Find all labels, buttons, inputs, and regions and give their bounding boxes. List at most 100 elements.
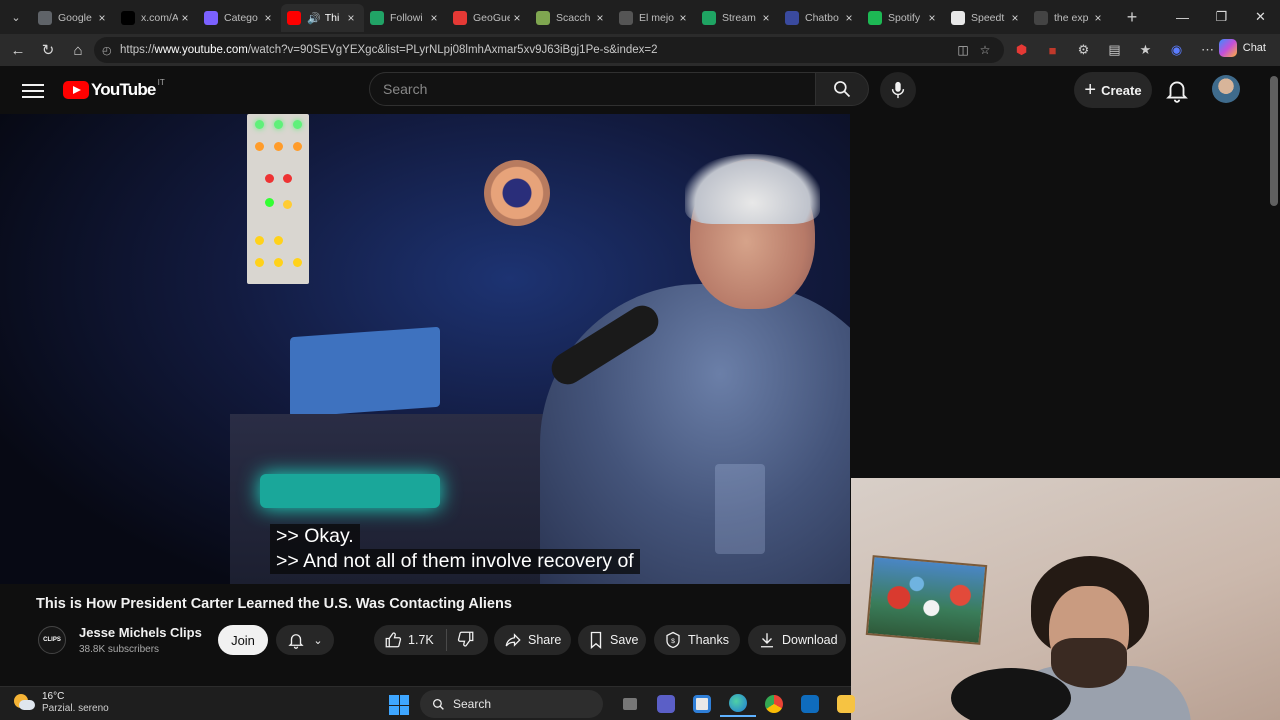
url-text: https://www.youtube.com/watch?v=90SEVgYE…	[120, 44, 952, 56]
task-view-icon[interactable]	[612, 691, 648, 717]
notifications-button[interactable]	[1164, 76, 1190, 104]
browser-tab[interactable]: El mejo ×	[613, 4, 696, 32]
edge-icon[interactable]	[720, 691, 756, 717]
tab-favicon-icon	[453, 11, 467, 25]
search-icon	[432, 698, 444, 710]
address-bar[interactable]: ◴ https://www.youtube.com/watch?v=90SEVg…	[94, 37, 1004, 63]
browser-tab[interactable]: Speedt ×	[945, 4, 1028, 32]
browser-tab[interactable]: Catego ×	[198, 4, 281, 32]
outlook-icon[interactable]	[792, 691, 828, 717]
teams-icon[interactable]	[648, 691, 684, 717]
download-label: Download	[782, 633, 838, 647]
browser-tab[interactable]: Followi ×	[364, 4, 447, 32]
close-tab-icon[interactable]: ×	[593, 11, 607, 25]
taskbar-search[interactable]: Search	[420, 690, 603, 718]
voice-search-button[interactable]	[880, 72, 916, 108]
browser-tab[interactable]: GeoGue ×	[447, 4, 530, 32]
close-tab-icon[interactable]: ×	[95, 11, 109, 25]
thanks-button[interactable]: $ Thanks	[654, 625, 740, 655]
browser-tab[interactable]: Stream ×	[696, 4, 779, 32]
browser-tab[interactable]: Scacch ×	[530, 4, 613, 32]
youtube-logo[interactable]: YouTube IT	[63, 77, 165, 100]
thumbs-up-icon	[385, 632, 402, 648]
windows-start-icon[interactable]	[389, 695, 409, 715]
back-button[interactable]: ←	[3, 35, 33, 65]
weather-widget[interactable]: 16°C Parzial. sereno	[14, 691, 109, 715]
close-tab-icon[interactable]: ×	[178, 11, 192, 25]
new-tab-button[interactable]: +	[1117, 7, 1147, 28]
extensions-icon[interactable]: ⚙	[1068, 42, 1099, 58]
copilot-chat-button[interactable]: Chat	[1218, 39, 1266, 57]
weather-condition: Parzial. sereno	[42, 703, 109, 714]
reload-button[interactable]: ↻	[33, 35, 63, 65]
video-console	[290, 326, 440, 418]
split-screen-icon[interactable]: ▤	[1099, 42, 1130, 58]
browser-tab[interactable]: Google ×	[32, 4, 115, 32]
region-code: IT	[157, 77, 165, 87]
restore-button[interactable]: ❐	[1202, 0, 1241, 34]
dislike-button[interactable]	[457, 630, 475, 651]
tab-actions-menu-button[interactable]: ⌄	[0, 0, 32, 34]
close-window-button[interactable]: ✕	[1241, 0, 1280, 34]
search-button[interactable]	[815, 72, 869, 106]
hamburger-menu-icon[interactable]	[22, 80, 44, 100]
favorites-icon[interactable]: ★	[1130, 42, 1161, 58]
chrome-icon[interactable]	[756, 691, 792, 717]
extension-adblock-icon[interactable]: ■	[1037, 43, 1068, 58]
close-tab-icon[interactable]: ×	[1008, 11, 1022, 25]
chevron-down-icon: ⌄	[11, 11, 21, 24]
youtube-header: YouTube IT + Create	[0, 66, 1268, 114]
home-button[interactable]: ⌂	[63, 35, 93, 65]
subscription-notifications-button[interactable]: ⌄	[276, 625, 334, 655]
close-tab-icon[interactable]: ×	[925, 11, 939, 25]
browser-tab[interactable]: 🔊 Thi ×	[281, 4, 364, 32]
like-button[interactable]	[384, 631, 402, 649]
bell-icon	[288, 634, 305, 649]
create-button[interactable]: + Create	[1074, 72, 1152, 108]
close-tab-icon[interactable]: ×	[427, 11, 441, 25]
close-tab-icon[interactable]: ×	[261, 11, 275, 25]
browser-tab[interactable]: the exp ×	[1028, 4, 1111, 32]
share-button[interactable]: Share	[494, 625, 571, 655]
search-input[interactable]	[383, 81, 815, 97]
close-tab-icon[interactable]: ×	[842, 11, 856, 25]
profile-extension-icon[interactable]: ◉	[1161, 42, 1192, 58]
tab-favicon-icon	[204, 11, 218, 25]
create-label: Create	[1101, 82, 1142, 98]
video-wall-decoration	[484, 160, 550, 226]
browser-tab[interactable]: Chatbo ×	[779, 4, 862, 32]
caption-line-1: >> Okay.	[270, 524, 360, 549]
tab-favicon-icon	[287, 11, 301, 25]
refresh-icon: ↻	[41, 42, 55, 59]
close-tab-icon[interactable]: ×	[676, 11, 690, 25]
browser-tab[interactable]: Spotify ×	[862, 4, 945, 32]
video-player[interactable]: >> Okay. >> And not all of them involve …	[0, 114, 850, 584]
download-button[interactable]: Download	[748, 625, 846, 655]
close-tab-icon[interactable]: ×	[759, 11, 773, 25]
minimize-button[interactable]: —	[1163, 0, 1202, 34]
tab-title: Followi	[390, 12, 423, 24]
speaker-icon[interactable]: 🔊	[307, 12, 321, 25]
channel-name[interactable]: Jesse Michels Clips	[79, 625, 202, 640]
channel-avatar[interactable]: CLIPS	[38, 626, 66, 654]
close-tab-icon[interactable]: ×	[510, 11, 524, 25]
scrollbar-thumb[interactable]	[1270, 76, 1278, 206]
store-icon[interactable]	[684, 691, 720, 717]
close-tab-icon[interactable]: ×	[1091, 11, 1105, 25]
favorite-star-icon[interactable]: ☆	[974, 43, 996, 57]
like-dislike-group: 1.7K	[374, 625, 488, 655]
tab-favicon-icon	[38, 11, 52, 25]
join-button[interactable]: Join	[218, 625, 268, 655]
save-button[interactable]: Save	[578, 625, 646, 655]
download-icon	[758, 631, 776, 649]
window-controls: — ❐ ✕	[1163, 0, 1280, 34]
account-avatar[interactable]	[1212, 75, 1240, 103]
taskbar-apps	[612, 691, 864, 717]
app-available-icon[interactable]: ◫	[952, 43, 974, 57]
browser-tab[interactable]: x.com/A ×	[115, 4, 198, 32]
extension-red-icon[interactable]: ⬢	[1006, 42, 1037, 58]
search-box[interactable]	[369, 72, 816, 106]
close-tab-icon[interactable]: ×	[344, 11, 358, 25]
share-label: Share	[528, 633, 562, 647]
file-explorer-icon[interactable]	[828, 691, 864, 717]
